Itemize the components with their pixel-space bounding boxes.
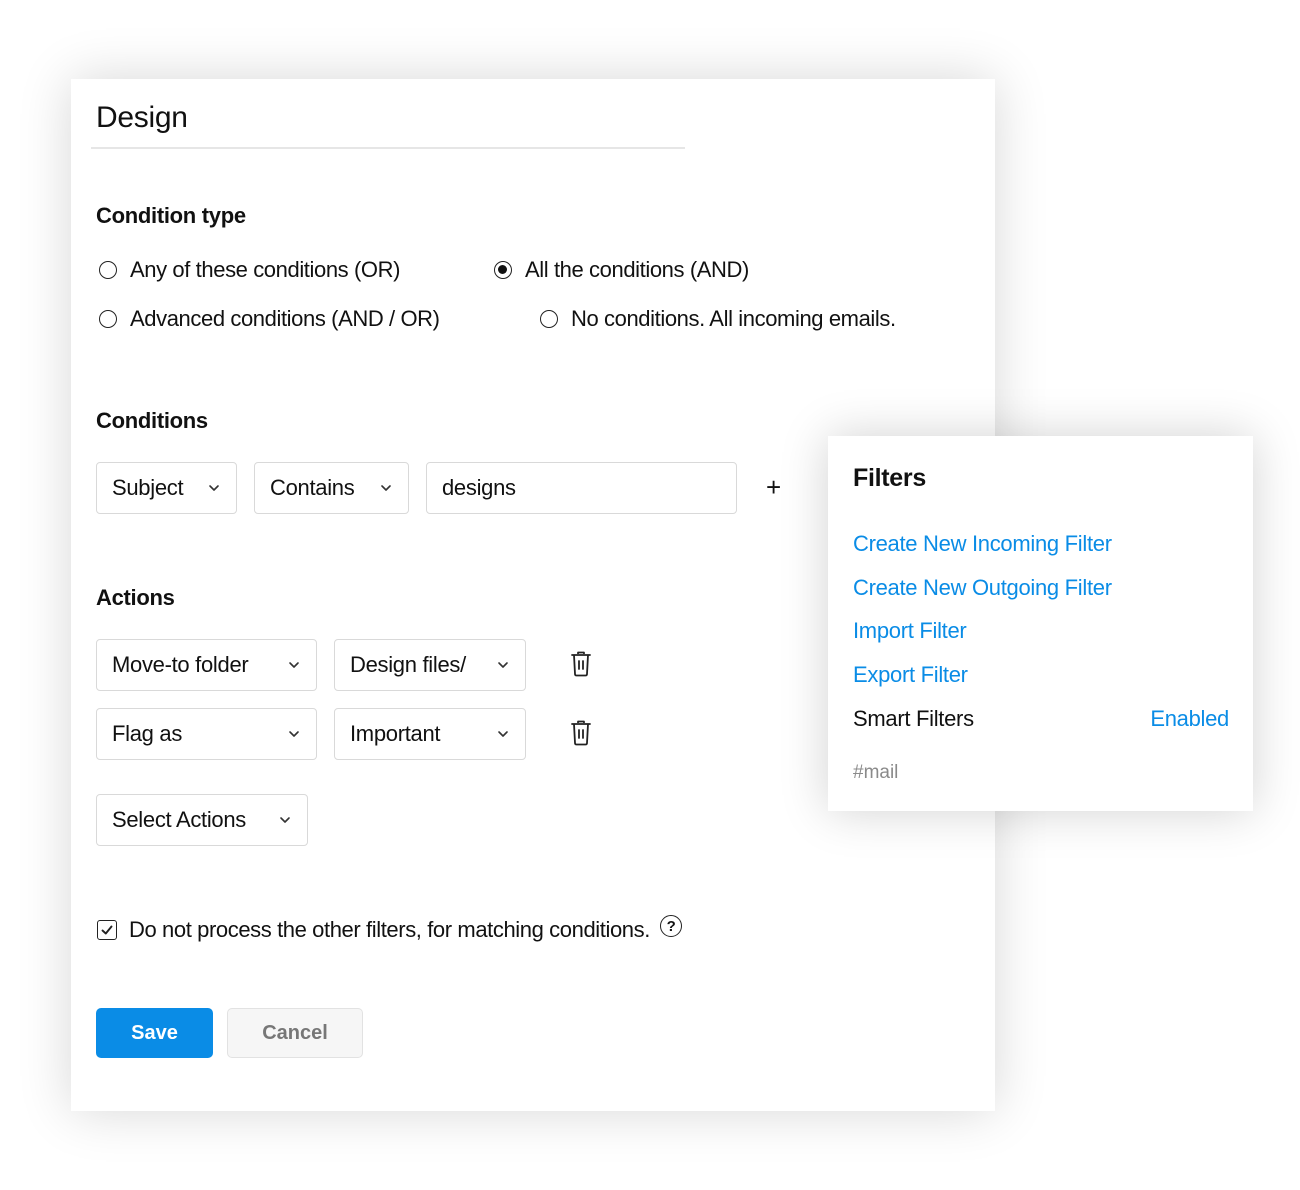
select-placeholder: Select Actions bbox=[112, 807, 246, 832]
filter-name-title[interactable]: Design bbox=[96, 101, 188, 135]
stop-processing-checkbox[interactable] bbox=[97, 920, 117, 940]
radio-label: No conditions. All incoming emails. bbox=[571, 306, 896, 331]
cancel-button[interactable]: Cancel bbox=[227, 1008, 363, 1058]
action-target-select[interactable]: Design files/ bbox=[334, 639, 526, 691]
chevron-down-icon bbox=[207, 481, 221, 495]
select-actions-dropdown[interactable]: Select Actions bbox=[96, 794, 308, 846]
chevron-down-icon bbox=[278, 813, 292, 827]
chevron-down-icon bbox=[379, 481, 393, 495]
radio-no-conditions[interactable]: No conditions. All incoming emails. bbox=[540, 306, 896, 332]
radio-all-conditions[interactable]: All the conditions (AND) bbox=[494, 257, 749, 283]
title-underline bbox=[91, 147, 685, 149]
radio-label: All the conditions (AND) bbox=[525, 257, 749, 282]
stop-processing-option[interactable]: Do not process the other filters, for ma… bbox=[97, 915, 682, 943]
help-circle-icon[interactable]: ? bbox=[659, 915, 682, 937]
select-value: Move-to folder bbox=[112, 652, 249, 677]
conditions-heading: Conditions bbox=[96, 408, 208, 433]
chevron-down-icon bbox=[287, 658, 301, 672]
radio-label: Advanced conditions (AND / OR) bbox=[130, 306, 440, 331]
condition-value-input[interactable] bbox=[426, 462, 737, 514]
action-type-select[interactable]: Move-to folder bbox=[96, 639, 317, 691]
create-outgoing-filter-link[interactable]: Create New Outgoing Filter bbox=[853, 575, 1112, 601]
condition-operator-select[interactable]: Contains bbox=[254, 462, 409, 514]
radio-any-conditions[interactable]: Any of these conditions (OR) bbox=[99, 257, 400, 283]
checkmark-icon bbox=[101, 925, 113, 935]
radio-advanced-conditions[interactable]: Advanced conditions (AND / OR) bbox=[99, 306, 440, 332]
save-button[interactable]: Save bbox=[96, 1008, 213, 1058]
chevron-down-icon bbox=[496, 658, 510, 672]
select-value: Important bbox=[350, 721, 441, 746]
radio-button[interactable] bbox=[99, 310, 117, 328]
select-value: Contains bbox=[270, 475, 355, 500]
radio-label: Any of these conditions (OR) bbox=[130, 257, 401, 282]
chevron-down-icon bbox=[287, 727, 301, 741]
select-value: Flag as bbox=[112, 721, 183, 746]
trash-icon[interactable] bbox=[570, 720, 592, 746]
action-target-select[interactable]: Important bbox=[334, 708, 526, 760]
smart-filters-status-toggle[interactable]: Enabled bbox=[1150, 706, 1229, 732]
chevron-down-icon bbox=[496, 727, 510, 741]
actions-heading: Actions bbox=[96, 585, 175, 610]
mail-tag: #mail bbox=[853, 762, 899, 783]
stop-processing-label: Do not process the other filters, for ma… bbox=[129, 917, 650, 942]
select-value: Design files/ bbox=[350, 652, 466, 677]
import-filter-link[interactable]: Import Filter bbox=[853, 618, 967, 644]
filters-panel: Filters Create New Incoming Filter Creat… bbox=[828, 436, 1253, 811]
select-value: Subject bbox=[112, 475, 184, 500]
trash-icon[interactable] bbox=[570, 651, 592, 677]
smart-filters-label: Smart Filters bbox=[853, 706, 974, 731]
action-type-select[interactable]: Flag as bbox=[96, 708, 317, 760]
export-filter-link[interactable]: Export Filter bbox=[853, 662, 968, 688]
condition-type-heading: Condition type bbox=[96, 203, 246, 228]
radio-button[interactable] bbox=[540, 310, 558, 328]
condition-field-select[interactable]: Subject bbox=[96, 462, 237, 514]
filters-panel-title: Filters bbox=[853, 464, 926, 492]
radio-button[interactable] bbox=[99, 261, 117, 279]
add-condition-button[interactable]: + bbox=[766, 474, 781, 500]
create-incoming-filter-link[interactable]: Create New Incoming Filter bbox=[853, 531, 1112, 557]
radio-button-selected[interactable] bbox=[494, 261, 512, 279]
